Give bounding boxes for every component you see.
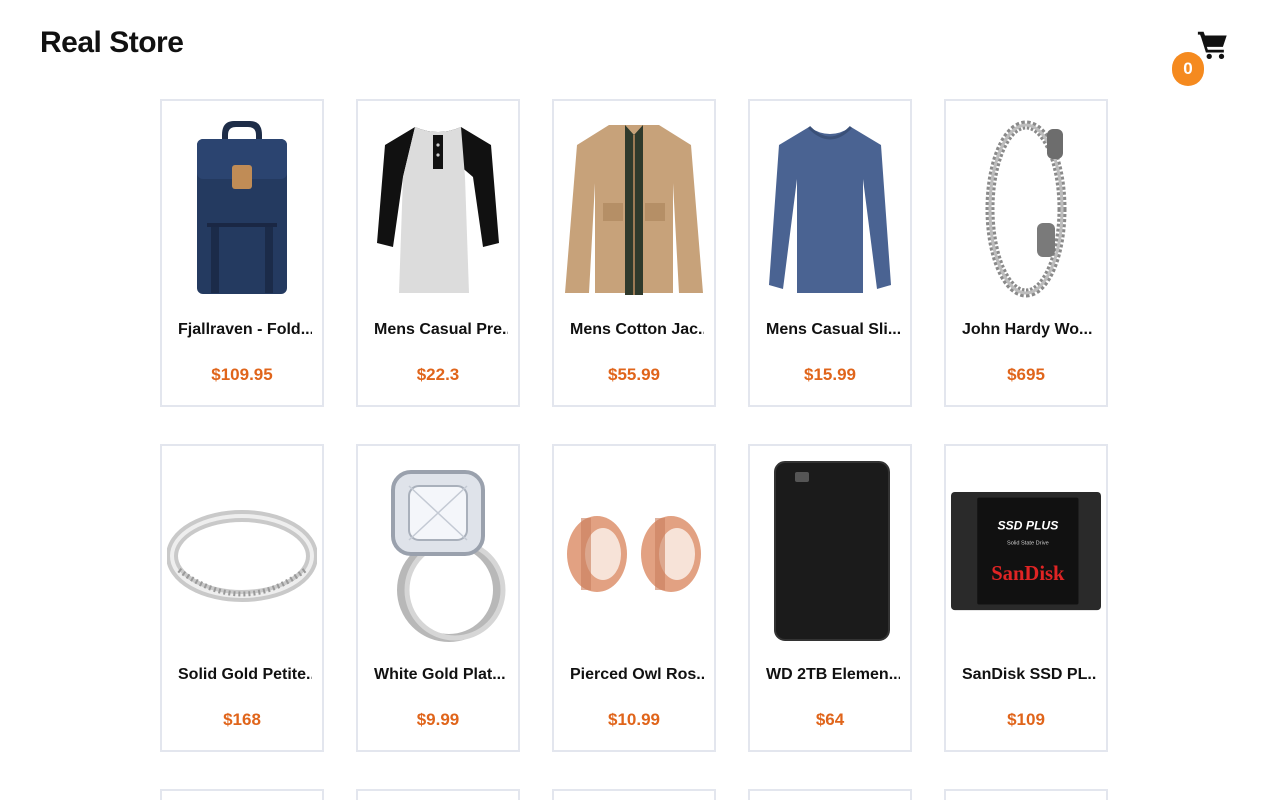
diamond-ring-image — [360, 456, 516, 646]
cotton-jacket-image — [556, 111, 712, 301]
cart-count-badge[interactable]: 0 — [1172, 52, 1204, 86]
product-card[interactable] — [944, 789, 1108, 800]
product-card[interactable]: Mens Casual Sli... $15.99 — [748, 99, 912, 407]
product-price: $10.99 — [608, 710, 660, 729]
product-card[interactable]: WD 2TB Elemen... $64 — [748, 444, 912, 752]
product-card[interactable]: John Hardy Wo... $695 — [944, 99, 1108, 407]
rose-gold-plugs-image — [556, 456, 712, 646]
product-price: $55.99 — [608, 365, 660, 384]
product-title[interactable]: WD 2TB Elemen... — [766, 666, 900, 684]
chain-bracelet-image — [948, 111, 1104, 301]
product-card[interactable] — [748, 789, 912, 800]
product-price: $695 — [1007, 365, 1045, 384]
product-price: $109.95 — [211, 365, 273, 384]
product-title[interactable]: Solid Gold Petite... — [178, 666, 312, 684]
ssd-brand: SanDisk — [991, 563, 1065, 585]
header: Real Store 0 — [0, 0, 1280, 90]
product-card[interactable] — [160, 789, 324, 800]
product-price: $64 — [815, 710, 845, 729]
product-title[interactable]: Fjallraven - Fold... — [178, 321, 312, 339]
silver-ring-image — [164, 456, 320, 646]
shopping-cart-icon[interactable] — [1196, 28, 1230, 62]
product-grid: Fjallraven - Fold... $109.95 Mens Casual… — [160, 99, 1108, 800]
product-card[interactable]: Mens Casual Pre... $22.3 — [356, 99, 520, 407]
product-card[interactable]: White Gold Plat... $9.99 — [356, 444, 520, 752]
product-price: $15.99 — [804, 365, 856, 384]
backpack-image — [164, 111, 320, 301]
product-title[interactable]: Pierced Owl Ros... — [570, 666, 704, 684]
product-price: $109 — [1007, 710, 1045, 729]
product-title[interactable]: Mens Casual Pre... — [374, 321, 508, 339]
product-card[interactable]: Mens Cotton Jac... $55.99 — [552, 99, 716, 407]
product-card[interactable]: SSD PLUS Solid State Drive SanDisk SanDi… — [944, 444, 1108, 752]
ssd-graphic: SSD PLUS Solid State Drive SanDisk — [951, 491, 1101, 611]
product-card[interactable]: Pierced Owl Ros... $10.99 — [552, 444, 716, 752]
product-title[interactable]: Mens Cotton Jac... — [570, 321, 704, 339]
sandisk-ssd-image: SSD PLUS Solid State Drive SanDisk — [948, 456, 1104, 646]
product-card[interactable]: Solid Gold Petite... $168 — [160, 444, 324, 752]
store-title[interactable]: Real Store — [40, 26, 184, 60]
cart-glyph — [1197, 31, 1227, 59]
store-page: Real Store 0 Fjallraven - Fold... $109.9… — [0, 0, 1280, 800]
product-price: $22.3 — [416, 365, 460, 384]
product-card[interactable] — [356, 789, 520, 800]
product-title[interactable]: White Gold Plat... — [374, 666, 508, 684]
raglan-tshirt-image — [360, 111, 516, 301]
long-sleeve-shirt-image — [752, 111, 908, 301]
ssd-label-line2: Solid State Drive — [1007, 540, 1049, 546]
ssd-label-line1: SSD PLUS — [997, 518, 1058, 532]
external-hard-drive-image — [752, 456, 908, 646]
product-card[interactable] — [552, 789, 716, 800]
product-card[interactable]: Fjallraven - Fold... $109.95 — [160, 99, 324, 407]
product-title[interactable]: SanDisk SSD PL... — [962, 666, 1096, 684]
product-title[interactable]: John Hardy Wo... — [962, 321, 1096, 339]
product-price: $168 — [223, 710, 261, 729]
product-title[interactable]: Mens Casual Sli... — [766, 321, 900, 339]
product-price: $9.99 — [416, 710, 460, 729]
